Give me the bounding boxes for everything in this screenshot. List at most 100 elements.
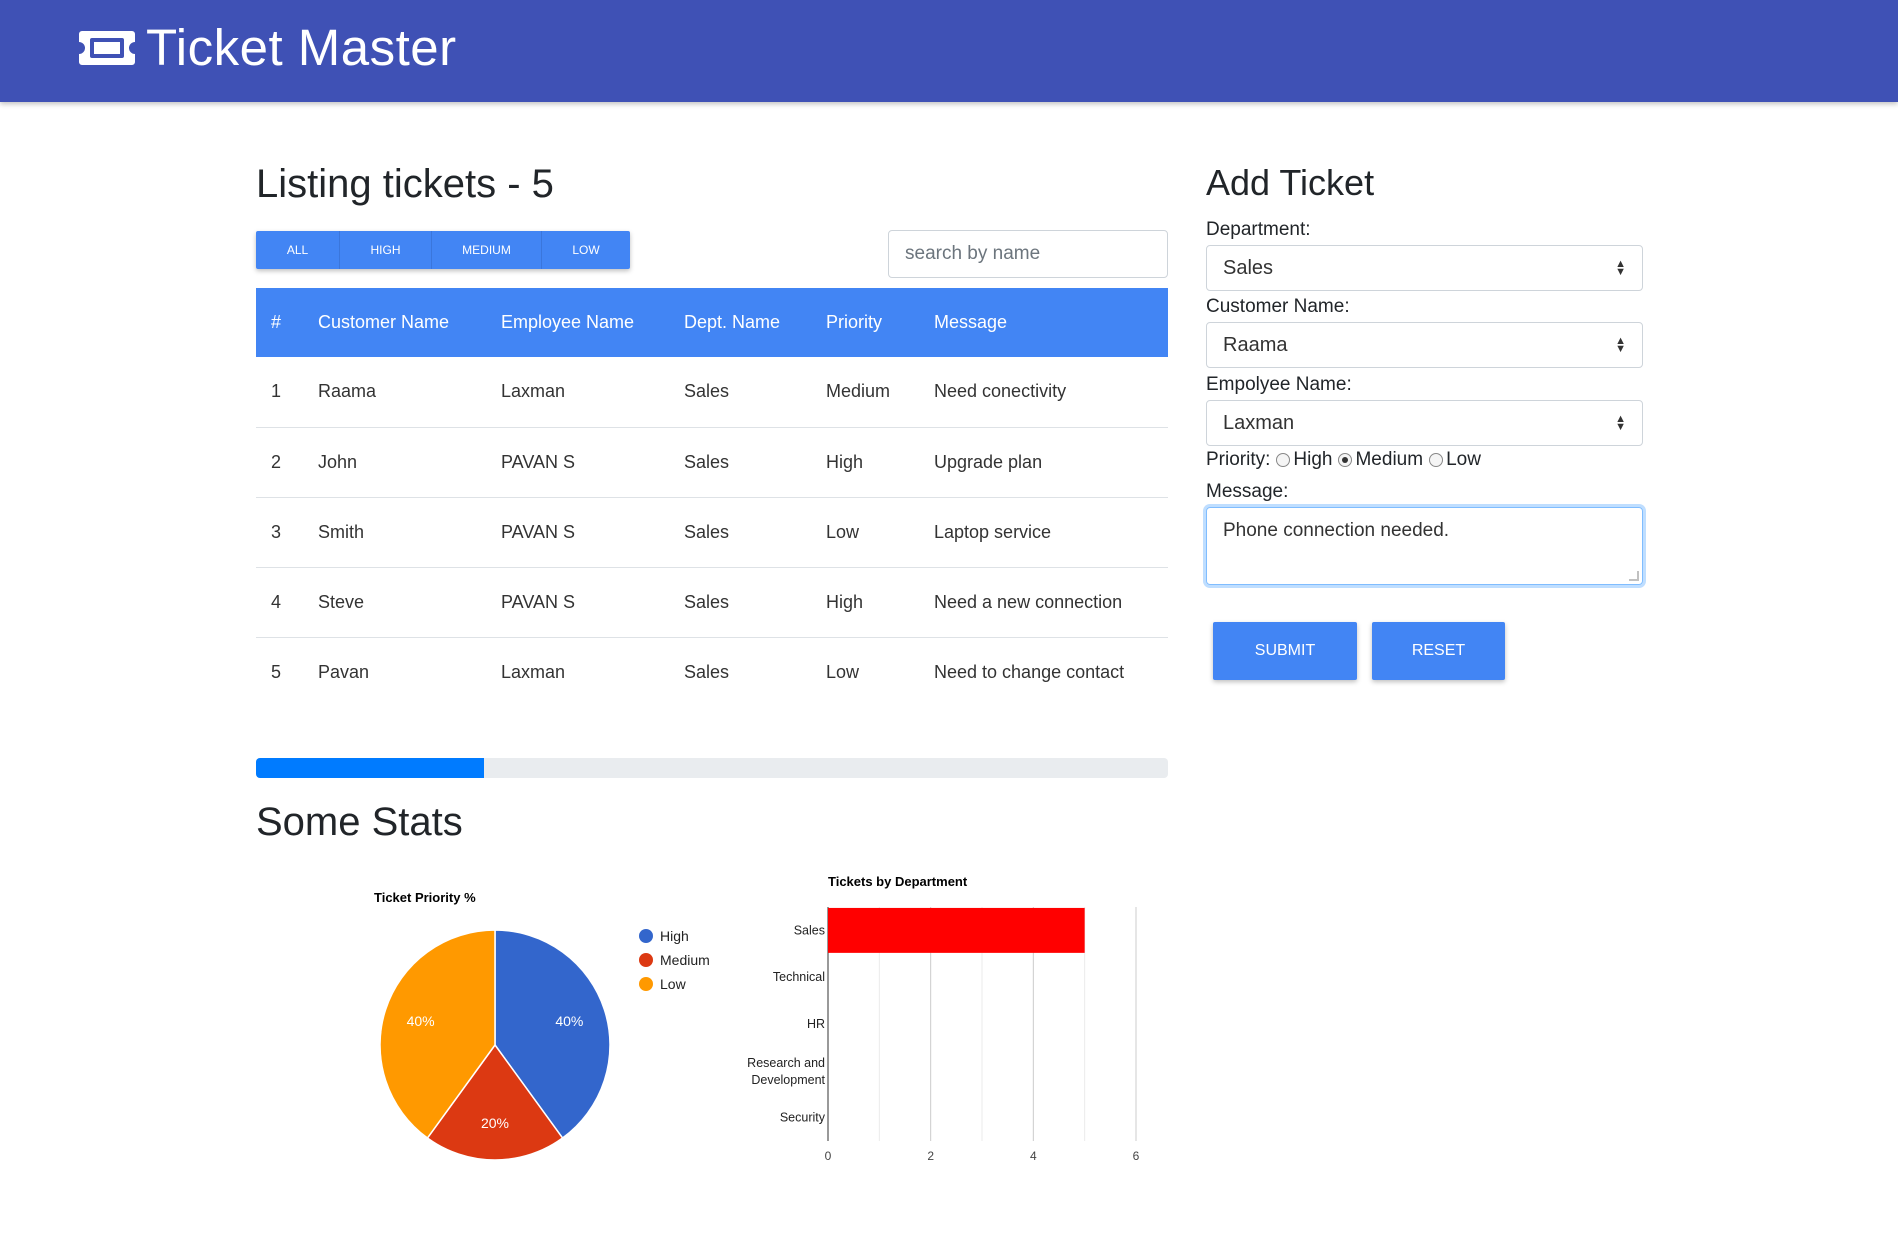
employee-select[interactable]: Laxman ▲ ▼ [1206, 400, 1643, 446]
column-header-customer: Customer Name [318, 312, 450, 332]
legend-label-low[interactable]: Low [660, 976, 687, 992]
customer-select[interactable]: Raama ▲ ▼ [1206, 322, 1643, 368]
priority-high-radio[interactable] [1276, 453, 1291, 467]
table-row: 2 John PAVAN S Sales High Upgrade plan [256, 427, 1168, 498]
table-row: 5 Pavan Laxman Sales Low Need to change … [256, 637, 1168, 707]
table-row: 1 Raama Laxman Sales Medium Need conecti… [256, 357, 1168, 428]
y-category-label: Sales [794, 923, 825, 937]
cell-customer: Raama [318, 357, 501, 428]
cell-number: 5 [271, 661, 282, 682]
department-select[interactable]: Sales ▲ ▼ [1206, 245, 1643, 291]
cell-message: Need a new connection [934, 567, 1168, 638]
cell-dept: Sales [684, 357, 826, 428]
app-title: Ticket Master [146, 19, 457, 76]
stats-title: Some Stats [256, 800, 463, 844]
cell-priority: Low [826, 661, 860, 682]
y-category-label: HR [807, 1017, 825, 1031]
app-brand[interactable]: Ticket Master [78, 18, 457, 77]
cell-priority: Medium [826, 357, 934, 428]
y-category-label: Research and Development [747, 1056, 825, 1087]
message-text: Phone connection needed. [1223, 520, 1450, 541]
priority-radio-group: Priority: High Medium Low [1206, 449, 1481, 471]
employee-label: Empolyee Name: [1206, 374, 1352, 395]
priority-label: Priority: [1206, 449, 1271, 470]
cell-employee: Laxman [501, 661, 566, 682]
customer-select-value: Raama [1223, 333, 1288, 356]
ticket-icon [79, 30, 135, 65]
cell-employee: Laxman [501, 357, 684, 428]
cell-priority: High [826, 427, 934, 498]
priority-filter-group: ALL HIGH MEDIUM LOW [256, 231, 630, 269]
submit-button[interactable]: SUBMIT [1213, 622, 1357, 680]
pie-slice-label: 40% [407, 1013, 435, 1029]
legend-label-medium[interactable]: Medium [660, 952, 710, 968]
pie-chart-title: Ticket Priority % [374, 890, 476, 905]
legend-marker [639, 953, 653, 967]
cell-customer: John [318, 427, 501, 498]
form-title: Add Ticket [1206, 162, 1375, 203]
bar-chart-title: Tickets by Department [828, 874, 968, 889]
cell-customer: Steve [318, 567, 501, 638]
table-header-row: # Customer Name Employee Name Dept. Name… [256, 288, 1168, 357]
resize-grip-icon[interactable] [1629, 571, 1639, 581]
cell-priority: High [826, 567, 934, 638]
progress-bar [256, 758, 1168, 778]
department-select-value: Sales [1223, 256, 1274, 279]
priority-high-label: High [1293, 449, 1333, 470]
message-label: Message: [1206, 481, 1289, 502]
priority-low-radio[interactable] [1429, 453, 1444, 467]
filter-medium-button[interactable]: MEDIUM [432, 231, 542, 269]
legend-marker [639, 977, 653, 991]
column-header-employee: Employee Name [501, 312, 635, 332]
employee-select-value: Laxman [1223, 411, 1295, 434]
cell-number: 2 [256, 427, 318, 498]
cell-dept: Sales [684, 497, 826, 568]
cell-priority: Low [826, 497, 934, 568]
x-tick-label: 0 [825, 1149, 832, 1163]
y-category-label: Technical [773, 970, 825, 984]
select-arrows-icon: ▲ ▼ [1615, 258, 1626, 278]
cell-dept: Sales [684, 661, 730, 682]
select-arrows-icon: ▲ ▼ [1615, 335, 1626, 355]
cell-number: 1 [256, 357, 318, 428]
x-tick-label: 4 [1030, 1149, 1037, 1163]
x-tick-label: 6 [1133, 1149, 1140, 1163]
top-navbar: Ticket Master [0, 0, 1898, 102]
x-tick-label: 2 [927, 1149, 934, 1163]
cell-dept: Sales [684, 427, 826, 498]
filter-all-button[interactable]: ALL [256, 231, 340, 269]
customer-label: Customer Name: [1206, 296, 1350, 317]
cell-message: Need conectivity [934, 357, 1168, 428]
cell-customer: Smith [318, 497, 501, 568]
cell-employee: PAVAN S [501, 497, 684, 568]
bar-sales[interactable] [828, 907, 1085, 953]
priority-medium-radio[interactable] [1338, 453, 1353, 467]
filter-high-button[interactable]: HIGH [340, 231, 432, 269]
column-header-priority: Priority [826, 312, 883, 332]
tickets-table: # Customer Name Employee Name Dept. Name… [256, 288, 1168, 707]
column-header-number: # [271, 312, 282, 332]
priority-medium-label: Medium [1355, 449, 1424, 470]
cell-message: Need to change contact [934, 661, 1125, 682]
pie-slice-label: 20% [481, 1115, 509, 1131]
search-input[interactable] [888, 230, 1168, 278]
column-header-dept: Dept. Name [684, 312, 781, 332]
cell-employee: PAVAN S [501, 567, 684, 638]
message-textarea[interactable]: Phone connection needed. [1206, 507, 1643, 585]
listing-title: Listing tickets - 5 [256, 162, 554, 206]
filter-low-button[interactable]: LOW [542, 231, 630, 269]
department-bar-chart: 0 2 4 6 Sales Technical HR Research and Developm… [747, 907, 1140, 1163]
reset-button[interactable]: RESET [1372, 622, 1505, 680]
priority-pie-chart: 40% 20% 40% High Medium Low [379, 928, 710, 1161]
select-arrows-icon: ▲ ▼ [1615, 413, 1626, 433]
cell-dept: Sales [684, 567, 826, 638]
table-row: 3 Smith PAVAN S Sales Low Laptop service [256, 497, 1168, 568]
column-header-message: Message [934, 312, 1008, 332]
cell-message: Upgrade plan [934, 427, 1168, 498]
priority-low-label: Low [1446, 449, 1481, 470]
legend-marker [639, 929, 653, 943]
cell-employee: PAVAN S [501, 427, 684, 498]
legend-label-high[interactable]: High [660, 928, 689, 944]
pie-slice-label: 40% [555, 1013, 583, 1029]
department-label: Department: [1206, 219, 1311, 240]
